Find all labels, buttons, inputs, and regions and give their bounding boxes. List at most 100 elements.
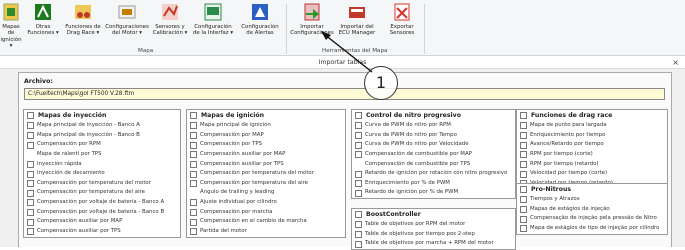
table-checkbox-item[interactable]: Mapa principal de inyección - Banco B (24, 131, 180, 141)
table-checkbox-item[interactable]: Compensación por temperatura del aire (24, 188, 180, 198)
table-checkbox-item[interactable]: Compensación por voltaje de batería - Ba… (24, 198, 180, 208)
table-checkbox-item[interactable]: Retardo de ignición por rotación con nit… (352, 169, 515, 179)
checkbox[interactable] (355, 112, 362, 119)
table-checkbox-item[interactable]: Compensación por TPS (187, 140, 345, 150)
checkbox[interactable] (520, 160, 527, 168)
checkbox[interactable] (27, 228, 34, 236)
group-header-checkbox[interactable]: Mapas de ignición (187, 110, 345, 121)
ribbon-button-export-sensors[interactable]: Exportar Sensores (382, 2, 422, 37)
checkbox[interactable] (520, 186, 527, 193)
checkbox[interactable] (520, 151, 527, 159)
table-checkbox-item[interactable]: Inyección rápida (24, 160, 180, 170)
checkbox[interactable] (27, 141, 34, 149)
table-checkbox-item[interactable]: Curva de PWM do nitro por Tempo (352, 131, 515, 141)
ribbon-button-ecu-manager[interactable]: Importar del ECU Manager (336, 2, 378, 37)
ribbon-button-map-ignition[interactable]: Mapas de ignición ▾ (0, 2, 22, 50)
checkbox[interactable] (190, 180, 197, 188)
checkbox[interactable] (355, 189, 362, 197)
table-checkbox-item[interactable]: Table de objetivos por RPM del motor (352, 220, 515, 230)
table-checkbox-item[interactable]: Compensación por MAP (187, 131, 345, 141)
checkbox[interactable] (355, 151, 362, 159)
checkbox[interactable] (27, 131, 34, 139)
ribbon-button-interface[interactable]: Configuración de la Interfaz ▾ (190, 2, 236, 37)
table-checkbox-item[interactable]: Compensación en el cambio de marcha (187, 217, 345, 227)
checkbox[interactable] (190, 112, 197, 119)
table-checkbox-item[interactable]: Compensación por temperatura del motor (187, 169, 345, 179)
table-checkbox-item[interactable]: Compensación auxiliar por MAP (187, 150, 345, 160)
table-checkbox-item[interactable]: Ajuste individual por cilindro (187, 198, 345, 208)
checkbox[interactable] (27, 199, 34, 207)
table-checkbox-item[interactable]: Compensación auxiliar por MAP (24, 217, 180, 227)
table-checkbox-item[interactable]: Compensación auxiliar por TPS (24, 227, 180, 237)
checkbox[interactable] (355, 131, 362, 139)
ribbon-button-other-functions[interactable]: Otras Funciones ▾ (27, 2, 59, 37)
checkbox[interactable] (520, 141, 527, 149)
table-checkbox-item[interactable]: Compensação de injeção pela pressão de N… (517, 214, 667, 224)
checkbox[interactable] (520, 112, 527, 119)
checkbox[interactable] (190, 199, 197, 207)
ribbon-button-alerts[interactable]: Configuración de Alertas (238, 2, 282, 37)
checkbox[interactable] (520, 131, 527, 139)
table-checkbox-item[interactable]: Table de objetivos por tiempo pos 2-step (352, 230, 515, 240)
table-checkbox-item[interactable]: Enriquecimiento por tiempo (517, 131, 667, 141)
group-header-checkbox[interactable]: Control de nitro progresivo (352, 110, 515, 121)
table-checkbox-item[interactable]: Mapa de ralentí por TPS (24, 150, 180, 160)
table-checkbox-item[interactable]: Mapas de estágios de injeção (517, 205, 667, 215)
checkbox[interactable] (190, 141, 197, 149)
checkbox[interactable] (190, 131, 197, 139)
table-checkbox-item[interactable]: Compensación de combustible por TPS (352, 160, 515, 170)
ribbon-button-sensors[interactable]: Sensores y Calibración ▾ (152, 2, 188, 37)
table-checkbox-item[interactable]: Compensación de combustible por MAP (352, 150, 515, 160)
table-checkbox-item[interactable]: Compensación auxiliar por TPS (187, 160, 345, 170)
checkbox[interactable] (190, 160, 197, 168)
table-checkbox-item[interactable]: Curva de PWM do nitro por Velocidade (352, 140, 515, 150)
group-header-checkbox[interactable]: Pro-Nitrous (517, 184, 667, 195)
table-checkbox-item[interactable]: RPM por tiempo (retardo) (517, 160, 667, 170)
checkbox[interactable] (27, 160, 34, 168)
table-checkbox-item[interactable]: Compensación por voltaje de batería - Ba… (24, 208, 180, 218)
table-checkbox-item[interactable]: Enriquecimiento por % de PWM (352, 179, 515, 189)
table-checkbox-item[interactable]: Avance/Retardo por tiempo (517, 140, 667, 150)
ribbon-button-engine[interactable]: Configuraciones del Motor ▾ (104, 2, 150, 37)
table-checkbox-item[interactable]: Curva de PWM do nitro por RPM (352, 121, 515, 131)
table-checkbox-item[interactable]: Ángulo de trailing y leading (187, 188, 345, 198)
checkbox[interactable] (520, 122, 527, 130)
checkbox[interactable] (27, 122, 34, 130)
checkbox[interactable] (355, 180, 362, 188)
ribbon-button-drag-race[interactable]: Funciones de Drag Race ▾ (64, 2, 102, 37)
checkbox[interactable] (27, 189, 34, 197)
checkbox[interactable] (520, 170, 527, 178)
table-checkbox-item[interactable]: Mapa principal de ignición (187, 121, 345, 131)
close-icon[interactable]: × (672, 57, 679, 69)
table-checkbox-item[interactable]: RPM por tiempo (corte) (517, 150, 667, 160)
table-checkbox-item[interactable]: Mapa de estágios de tipo de injeção por … (517, 224, 667, 234)
checkbox[interactable] (520, 215, 527, 223)
checkbox[interactable] (520, 196, 527, 204)
checkbox[interactable] (27, 170, 34, 178)
checkbox[interactable] (355, 170, 362, 178)
table-checkbox-item[interactable]: Compensación por temperatura del motor (24, 179, 180, 189)
checkbox[interactable] (27, 209, 34, 217)
table-checkbox-item[interactable]: Velocidad por tiempo (corte) (517, 169, 667, 179)
table-checkbox-item[interactable]: Retardo de ignición por % de PWM (352, 188, 515, 198)
table-checkbox-item[interactable]: Compensación por temperatura del aire (187, 179, 345, 189)
checkbox[interactable] (190, 209, 197, 217)
checkbox[interactable] (355, 221, 362, 229)
group-header-checkbox[interactable]: Mapas de inyección (24, 110, 180, 121)
group-header-checkbox[interactable]: BoostController (352, 209, 515, 220)
checkbox[interactable] (520, 225, 527, 233)
archivo-field[interactable]: C:\Fueltech\Maps\gol FT500 V.28.ftm (24, 88, 665, 100)
checkbox[interactable] (190, 228, 197, 236)
ribbon-button-import[interactable]: Importar Configuraciones (290, 2, 334, 37)
table-checkbox-item[interactable]: Mapa de punto para largada (517, 121, 667, 131)
checkbox[interactable] (355, 211, 362, 218)
checkbox[interactable] (27, 180, 34, 188)
checkbox[interactable] (355, 230, 362, 238)
table-checkbox-item[interactable]: Partida del motor (187, 227, 345, 237)
checkbox[interactable] (190, 170, 197, 178)
table-checkbox-item[interactable]: Tiempos y Atrazos (517, 195, 667, 205)
group-header-checkbox[interactable]: Funciones de drag race (517, 110, 667, 121)
checkbox[interactable] (190, 151, 197, 159)
checkbox[interactable] (190, 122, 197, 130)
table-checkbox-item[interactable]: Mapa principal de inyección - Banco A (24, 121, 180, 131)
